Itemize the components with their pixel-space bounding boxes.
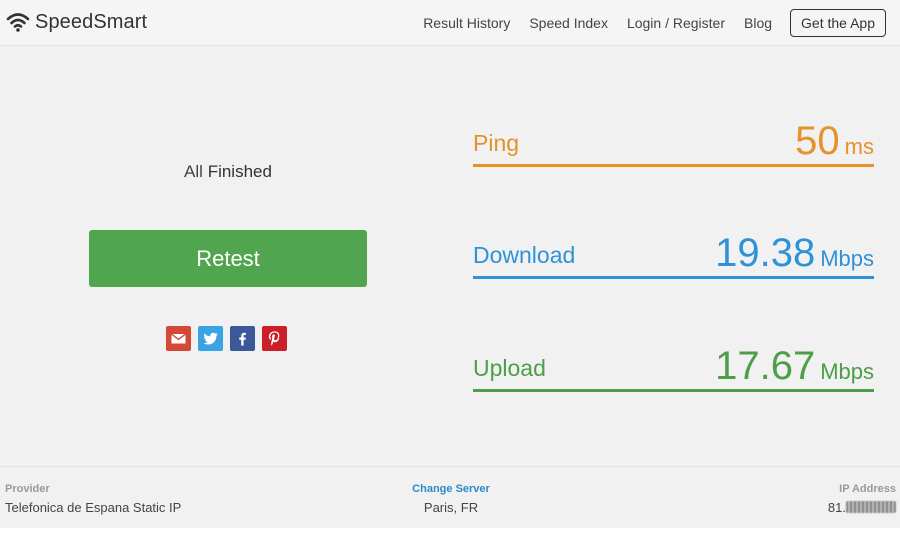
twitter-icon [203, 332, 218, 345]
status-prefix: All [184, 162, 203, 181]
ip-redacted [846, 501, 896, 513]
page-bottom-strip [0, 528, 900, 535]
share-email-button[interactable] [166, 326, 191, 351]
nav-login-register[interactable]: Login / Register [627, 15, 725, 31]
ip-info: IP Address 81. [828, 483, 896, 515]
ping-value-group: 50 ms [795, 121, 874, 161]
provider-value: Telefonica de Espana Static IP [5, 500, 182, 515]
retest-button[interactable]: Retest [89, 230, 367, 287]
upload-result: Upload 17.67 Mbps [473, 342, 874, 392]
server-location: Paris, FR [423, 500, 479, 515]
wifi-icon [6, 13, 30, 32]
upload-value-group: 17.67 Mbps [715, 346, 874, 386]
brand-logo[interactable]: SpeedSmart [6, 8, 147, 36]
ip-prefix: 81. [827, 500, 846, 515]
status-word: Finished [207, 162, 272, 181]
ping-label: Ping [473, 130, 520, 156]
top-navbar: SpeedSmart Result History Speed Index Lo… [0, 0, 900, 46]
ping-value: 50 [795, 119, 840, 163]
provider-info: Provider Telefonica de Espana Static IP [5, 483, 181, 515]
upload-bar [473, 389, 874, 392]
change-server-link[interactable]: Change Server [401, 483, 501, 495]
download-unit: Mbps [820, 246, 874, 271]
ip-value: 81. [828, 500, 896, 515]
facebook-icon [239, 332, 246, 346]
download-result: Download 19.38 Mbps [473, 229, 874, 279]
share-buttons [166, 326, 287, 352]
test-status: All Finished [90, 162, 366, 182]
brand-name: SpeedSmart [35, 10, 148, 33]
connection-info: Provider Telefonica de Espana Static IP … [0, 466, 900, 528]
nav-speed-index[interactable]: Speed Index [529, 15, 608, 31]
upload-value: 17.67 [715, 344, 816, 388]
mail-icon [171, 333, 186, 344]
ping-result: Ping 50 ms [473, 117, 874, 167]
nav-blog[interactable]: Blog [744, 15, 772, 31]
share-pinterest-button[interactable] [262, 326, 287, 351]
download-value: 19.38 [715, 231, 816, 275]
server-info: Change Server Paris, FR [401, 483, 501, 515]
get-the-app-button[interactable]: Get the App [790, 9, 886, 37]
share-facebook-button[interactable] [230, 326, 255, 351]
upload-unit: Mbps [820, 359, 874, 384]
ping-unit: ms [844, 134, 874, 159]
share-twitter-button[interactable] [198, 326, 223, 351]
download-label: Download [473, 242, 576, 268]
main-nav: Result History Speed Index Login / Regis… [404, 0, 886, 46]
ip-label: IP Address [839, 483, 896, 495]
nav-result-history[interactable]: Result History [423, 15, 510, 31]
upload-label: Upload [473, 355, 546, 381]
ping-bar [473, 164, 874, 167]
download-bar [473, 276, 874, 279]
provider-label: Provider [5, 483, 50, 495]
pinterest-icon [268, 331, 280, 346]
download-value-group: 19.38 Mbps [715, 233, 874, 273]
